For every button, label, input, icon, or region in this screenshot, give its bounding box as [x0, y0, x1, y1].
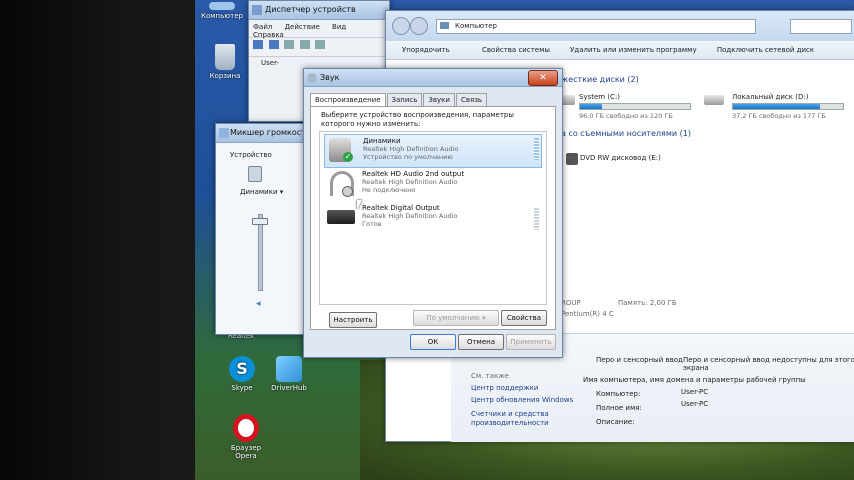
organize-button[interactable]: Упорядочить	[402, 46, 450, 54]
device-list: ✓ Динамики Realtek High Definition Audio…	[319, 131, 547, 305]
sound-dialog[interactable]: Звук ✕ Воспроизведение Запись Звуки Связь В…	[303, 68, 563, 358]
close-icon: ✕	[539, 73, 547, 83]
device-manager-menubar: Файл Действие Вид Справка	[249, 20, 389, 39]
speakers-level-meter	[534, 138, 539, 160]
forward-arrow-icon[interactable]	[268, 40, 279, 49]
hard-drive-icon	[704, 95, 724, 105]
device-list-item-speakers[interactable]: ✓ Динамики Realtek High Definition Audio…	[324, 134, 542, 168]
opera-icon	[233, 414, 259, 442]
processor-label: Pentium(R) 4 C	[561, 310, 614, 318]
mute-speaker-icon[interactable]: ◂	[256, 300, 264, 309]
apply-button[interactable]: Применить	[506, 334, 556, 350]
desktop-icon-recycle-bin[interactable]: Корзина	[201, 44, 249, 80]
device-manager-icon	[252, 5, 262, 15]
computer-name-header: Имя компьютера, имя домена и параметры р…	[583, 376, 806, 384]
driverhub-icon	[276, 356, 302, 382]
menu-file[interactable]: Файл	[253, 23, 272, 31]
menu-help[interactable]: Справка	[253, 31, 284, 39]
drive-c-usage-bar	[579, 103, 691, 110]
chevron-down-icon: ▾	[482, 314, 486, 322]
volume-mixer-titlebar[interactable]: Микшер громкости	[216, 124, 316, 143]
link-windows-update[interactable]: Центр обновления Windows	[471, 396, 573, 404]
mouse-cursor-icon	[357, 200, 362, 210]
link-action-center[interactable]: Центр поддержки	[471, 384, 538, 392]
monitor-bezel	[0, 0, 215, 480]
instruction-text: Выберите устройство воспроизведения, пар…	[321, 111, 514, 128]
desktop-icon-computer[interactable]: Компьютер	[198, 2, 246, 20]
tab-playback[interactable]: Воспроизведение	[310, 93, 386, 107]
dvd-drive-icon	[566, 153, 578, 165]
volume-slider-thumb[interactable]	[252, 217, 268, 225]
default-check-icon: ✓	[343, 152, 353, 162]
device-list-item-hd-2nd-output[interactable]: Realtek HD Audio 2nd output Realtek High…	[324, 168, 540, 200]
chevron-down-icon: ▾	[279, 188, 284, 196]
tab-recording[interactable]: Запись	[386, 93, 423, 106]
hard-disks-header: жесткие диски (2)	[561, 75, 639, 84]
digital-level-meter	[534, 208, 539, 230]
drive-d-usage-bar	[732, 103, 844, 110]
memory-label: Память: 2,00 ГБ	[618, 299, 677, 307]
device-manager-toolbar	[249, 38, 389, 57]
speaker-small-icon	[219, 128, 229, 138]
removable-storage-header: а со съемными носителями (1)	[561, 129, 691, 138]
system-properties-button[interactable]: Свойства системы	[482, 46, 550, 54]
sound-dialog-titlebar[interactable]: Звук ✕	[304, 69, 562, 87]
mixer-device-label: Устройство	[230, 151, 272, 159]
menu-view[interactable]: Вид	[332, 23, 346, 31]
link-performance[interactable]: Счетчики и средства производительности	[471, 410, 551, 428]
see-also-header: См. также	[471, 372, 509, 380]
menu-action[interactable]: Действие	[285, 23, 320, 31]
set-default-dropdown[interactable]: По умолчанию ▾	[413, 310, 499, 326]
computer-icon	[209, 2, 235, 10]
close-button[interactable]: ✕	[528, 70, 558, 86]
properties-button[interactable]: Свойства	[501, 310, 547, 326]
scan-hardware-icon[interactable]	[315, 40, 326, 49]
hard-drive-icon	[561, 95, 575, 105]
disconnected-icon	[342, 186, 353, 197]
uninstall-program-button[interactable]: Удалить или изменить программу	[570, 46, 696, 54]
search-input[interactable]	[790, 19, 852, 34]
sound-tabs: Воспроизведение Запись Звуки Связь	[310, 93, 488, 107]
skype-icon: S	[229, 356, 255, 382]
mixer-device-dropdown[interactable]: Динамики ▾	[240, 188, 283, 196]
cancel-button[interactable]: Отмена	[458, 334, 504, 350]
sound-dialog-icon	[307, 73, 317, 83]
back-button-icon[interactable]	[392, 17, 410, 35]
device-manager-titlebar[interactable]: Диспетчер устройств	[249, 1, 389, 20]
computer-small-icon	[440, 22, 449, 29]
desktop-icon-driverhub[interactable]: DriverHub	[265, 356, 313, 392]
desktop-icon-skype[interactable]: S Skype	[218, 356, 266, 392]
explorer-navbar: Компьютер	[386, 11, 854, 41]
help-icon[interactable]	[299, 40, 310, 49]
playback-tab-panel: Выберите устройство воспроизведения, пар…	[310, 106, 556, 330]
desktop-icon-opera[interactable]: Браузер Opera	[222, 414, 270, 460]
forward-button-icon[interactable]	[410, 17, 428, 35]
dvd-drive[interactable]: DVD RW дисковод (E:)	[580, 154, 661, 162]
properties-icon[interactable]	[284, 40, 295, 49]
configure-button[interactable]: Настроить	[329, 312, 377, 328]
digital-output-icon	[327, 210, 355, 224]
recycle-bin-icon	[215, 44, 235, 70]
tab-sounds[interactable]: Звуки	[423, 93, 455, 106]
address-bar[interactable]: Компьютер	[436, 19, 756, 34]
volume-slider-track[interactable]	[258, 214, 263, 291]
workgroup-label: ROUP	[561, 299, 581, 307]
tab-communications[interactable]: Связь	[455, 93, 488, 106]
map-network-drive-button[interactable]: Подключить сетевой диск	[717, 46, 814, 54]
speaker-icon[interactable]	[248, 166, 262, 182]
volume-mixer-window[interactable]: Микшер громкости Устройство Динамики ▾ ◂	[215, 123, 317, 335]
explorer-toolbar: Упорядочить Свойства системы Удалить или…	[386, 41, 854, 60]
ok-button[interactable]: ОК	[410, 334, 456, 350]
back-arrow-icon[interactable]	[253, 40, 263, 49]
